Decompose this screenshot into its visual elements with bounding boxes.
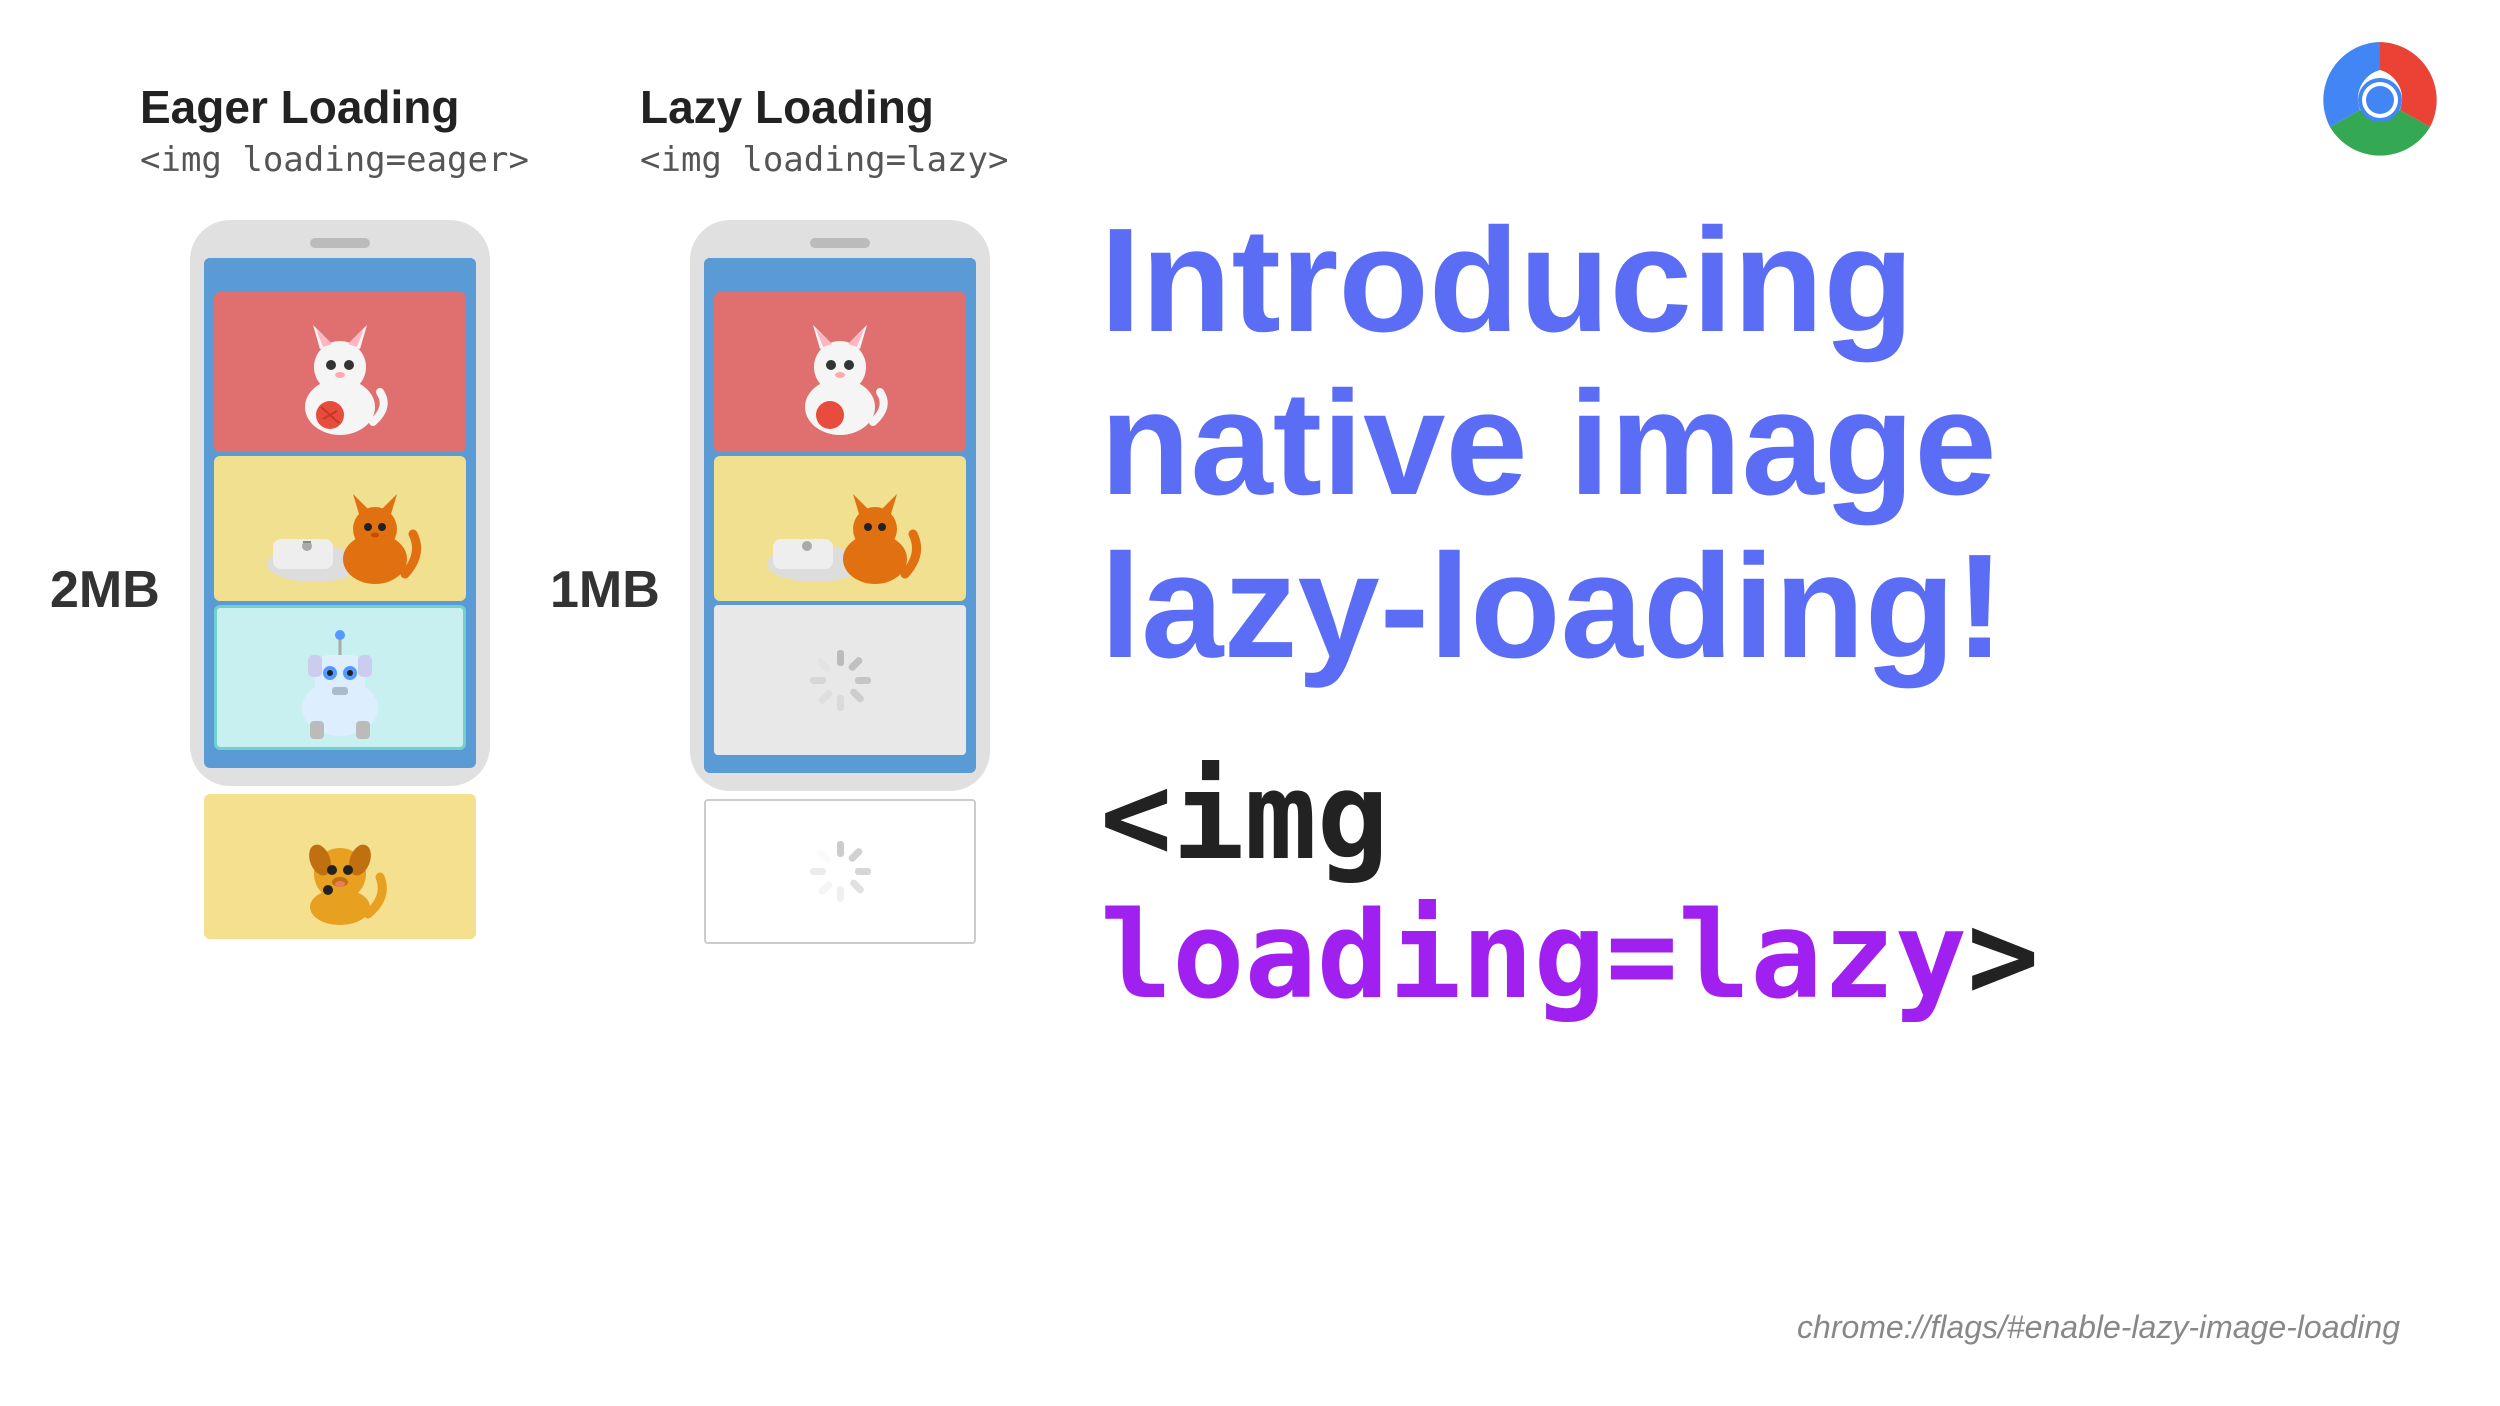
phone-speaker — [310, 238, 370, 248]
eager-card-1 — [214, 292, 466, 452]
lazy-card-1 — [714, 292, 966, 452]
lazy-screen — [704, 258, 976, 773]
eager-size-label: 2MB — [50, 560, 160, 620]
lazy-title: Lazy Loading — [640, 80, 1040, 134]
eager-phone — [190, 220, 490, 939]
footer-url: chrome://flags/#enable-lazy-image-loadin… — [1797, 1309, 2400, 1346]
lazy-size-label: 1MB — [550, 560, 660, 620]
code-prefix: <img — [1100, 748, 1389, 887]
intro-line2: native image — [1100, 361, 1997, 526]
intro-section: Introducing native image lazy-loading! <… — [1100, 200, 2380, 1026]
intro-line1: Introducing — [1100, 198, 1914, 363]
intro-title: Introducing native image lazy-loading! — [1100, 200, 2380, 688]
eager-loading-section: Eager Loading <img loading=eager> — [140, 80, 540, 939]
lazy-loading-section: Lazy Loading <img loading=lazy> — [640, 80, 1040, 944]
lazy-card-2 — [714, 456, 966, 601]
lazy-card-4-spinner — [704, 799, 976, 944]
eager-screen — [204, 258, 476, 768]
lazy-card-3-spinner — [714, 605, 966, 755]
code-suffix: > — [1967, 887, 2039, 1026]
eager-title: Eager Loading — [140, 80, 540, 134]
code-example: <img loading=lazy> — [1100, 748, 2380, 1026]
chrome-logo — [2320, 40, 2440, 160]
lazy-phone — [690, 220, 990, 944]
lazy-phone-speaker — [810, 238, 870, 248]
eager-card-2 — [214, 456, 466, 601]
code-keyword: loading=lazy — [1100, 887, 1967, 1026]
eager-code: <img loading=eager> — [140, 140, 540, 180]
intro-line3: lazy-loading! — [1100, 524, 2004, 689]
eager-card-3 — [214, 605, 466, 750]
eager-card-4 — [204, 794, 476, 939]
lazy-code: <img loading=lazy> — [640, 140, 1040, 180]
